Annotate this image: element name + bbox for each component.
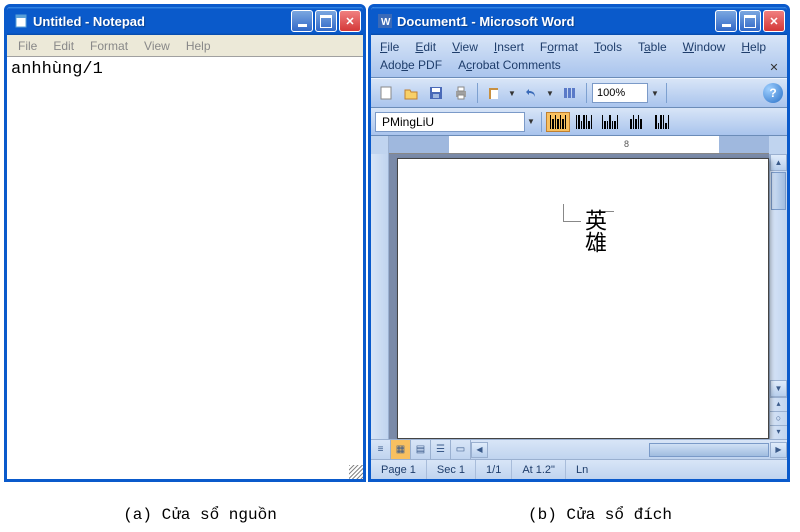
notepad-titlebar: Untitled - Notepad bbox=[7, 7, 363, 35]
print-layout-view-button[interactable]: ▦ bbox=[391, 440, 411, 459]
document-close-button[interactable]: ✕ bbox=[767, 61, 781, 75]
save-button[interactable] bbox=[425, 82, 447, 104]
menu-insert[interactable]: Insert bbox=[491, 39, 527, 55]
zoom-combobox[interactable] bbox=[592, 83, 648, 103]
menu-file[interactable]: File bbox=[377, 39, 402, 55]
next-page-button[interactable]: ▾ bbox=[770, 425, 787, 439]
barcode-button-3[interactable] bbox=[598, 112, 622, 132]
menu-acrobat-comments[interactable]: Acrobat Comments bbox=[455, 57, 564, 73]
menu-help[interactable]: Help bbox=[738, 39, 769, 55]
barcode-button-1[interactable] bbox=[546, 112, 570, 132]
ruler-corner bbox=[371, 136, 389, 154]
standard-toolbar: ▼ ▼ ▼ ? bbox=[371, 78, 787, 108]
horizontal-scrollbar[interactable]: ◀ ▶ bbox=[471, 440, 787, 459]
barcode-button-4[interactable] bbox=[624, 112, 648, 132]
toolbar-separator bbox=[541, 112, 542, 132]
document-text: 英雄 bbox=[578, 209, 610, 253]
figure-captions: (a) Cửa sổ nguồn (b) Cửa sổ đích bbox=[0, 506, 800, 524]
caption-a: (a) Cửa sổ nguồn bbox=[0, 506, 400, 524]
ruler-number: 8 bbox=[624, 139, 629, 149]
minimize-button[interactable] bbox=[715, 10, 737, 32]
maximize-button[interactable] bbox=[739, 10, 761, 32]
menu-table[interactable]: Table bbox=[635, 39, 670, 55]
horizontal-ruler[interactable]: 8 bbox=[389, 136, 769, 154]
menu-window[interactable]: Window bbox=[680, 39, 729, 55]
normal-view-button[interactable]: ≡ bbox=[371, 440, 391, 459]
status-pages: 1/1 bbox=[476, 460, 512, 479]
notepad-title: Untitled - Notepad bbox=[33, 14, 291, 29]
new-doc-button[interactable] bbox=[375, 82, 397, 104]
notepad-text-area[interactable]: anhhùng/1 bbox=[7, 57, 363, 479]
close-button[interactable] bbox=[339, 10, 361, 32]
word-menubar: File Edit View Insert Format Tools Table… bbox=[371, 35, 787, 78]
menu-edit[interactable]: Edit bbox=[46, 37, 81, 55]
ruler-end bbox=[769, 136, 787, 154]
status-line: Ln bbox=[566, 460, 598, 479]
status-at: At 1.2" bbox=[512, 460, 566, 479]
paste-dropdown[interactable]: ▼ bbox=[508, 89, 518, 98]
formatting-toolbar: ▼ bbox=[371, 108, 787, 136]
caption-b: (b) Cửa sổ đích bbox=[400, 506, 800, 524]
menu-file[interactable]: File bbox=[11, 37, 44, 55]
menu-adobe-pdf[interactable]: Adobe PDF bbox=[377, 57, 445, 73]
scroll-left-button[interactable]: ◀ bbox=[471, 442, 488, 458]
outline-view-button[interactable]: ☰ bbox=[431, 440, 451, 459]
help-button[interactable]: ? bbox=[763, 83, 783, 103]
undo-dropdown[interactable]: ▼ bbox=[546, 89, 556, 98]
vertical-ruler[interactable] bbox=[371, 154, 389, 439]
minimize-button[interactable] bbox=[291, 10, 313, 32]
scroll-right-button[interactable]: ▶ bbox=[770, 442, 787, 458]
status-bar: Page 1 Sec 1 1/1 At 1.2" Ln bbox=[371, 459, 787, 479]
scroll-up-button[interactable]: ▲ bbox=[770, 154, 787, 171]
document-page[interactable]: 英雄 bbox=[397, 158, 769, 439]
menu-format[interactable]: Format bbox=[537, 39, 581, 55]
barcode-button-2[interactable] bbox=[572, 112, 596, 132]
scroll-thumb[interactable] bbox=[771, 172, 786, 210]
undo-button[interactable] bbox=[521, 82, 543, 104]
maximize-button[interactable] bbox=[315, 10, 337, 32]
notepad-content: anhhùng/1 bbox=[11, 60, 103, 79]
bottom-bar: ≡ ▦ ▤ ☰ ▭ ◀ ▶ bbox=[371, 439, 787, 459]
paste-button[interactable] bbox=[483, 82, 505, 104]
menu-view[interactable]: View bbox=[449, 39, 481, 55]
toolbar-separator bbox=[666, 83, 667, 103]
status-section: Sec 1 bbox=[427, 460, 476, 479]
prev-page-button[interactable]: ▴ bbox=[770, 397, 787, 411]
word-titlebar: W Document1 - Microsoft Word bbox=[371, 7, 787, 35]
font-dropdown[interactable]: ▼ bbox=[527, 117, 537, 126]
word-icon: W bbox=[377, 13, 393, 29]
toolbar-separator bbox=[586, 83, 587, 103]
scroll-thumb[interactable] bbox=[649, 443, 769, 457]
notepad-window: Untitled - Notepad File Edit Format View… bbox=[4, 4, 366, 482]
document-area: 8 英雄 ▲ ▼ ▴ ○ ▾ bbox=[371, 136, 787, 459]
notepad-menubar: File Edit Format View Help bbox=[7, 35, 363, 57]
columns-button[interactable] bbox=[559, 82, 581, 104]
web-view-button[interactable]: ▤ bbox=[411, 440, 431, 459]
resize-grip[interactable] bbox=[349, 465, 363, 479]
notepad-icon bbox=[13, 13, 29, 29]
svg-text:W: W bbox=[381, 17, 391, 28]
zoom-dropdown[interactable]: ▼ bbox=[651, 89, 661, 98]
reading-view-button[interactable]: ▭ bbox=[451, 440, 471, 459]
word-title: Document1 - Microsoft Word bbox=[397, 14, 715, 29]
font-combobox[interactable] bbox=[375, 112, 525, 132]
menu-format[interactable]: Format bbox=[83, 37, 135, 55]
print-button[interactable] bbox=[450, 82, 472, 104]
open-button[interactable] bbox=[400, 82, 422, 104]
toolbar-separator bbox=[477, 83, 478, 103]
word-window: W Document1 - Microsoft Word File Edit V… bbox=[368, 4, 790, 482]
close-button[interactable] bbox=[763, 10, 785, 32]
status-page: Page 1 bbox=[371, 460, 427, 479]
menu-edit[interactable]: Edit bbox=[412, 39, 439, 55]
barcode-button-5[interactable] bbox=[650, 112, 674, 132]
menu-view[interactable]: View bbox=[137, 37, 177, 55]
browse-object-button[interactable]: ○ bbox=[770, 411, 787, 425]
menu-tools[interactable]: Tools bbox=[591, 39, 625, 55]
menu-help[interactable]: Help bbox=[179, 37, 218, 55]
scroll-down-button[interactable]: ▼ bbox=[770, 380, 787, 397]
vertical-scrollbar[interactable]: ▲ ▼ ▴ ○ ▾ bbox=[769, 154, 787, 439]
